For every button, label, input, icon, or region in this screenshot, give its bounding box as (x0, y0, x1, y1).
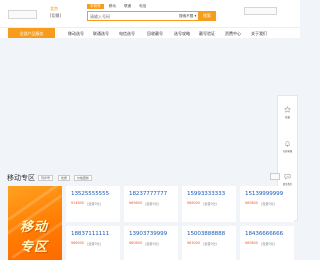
phone-number: 15139999999 (245, 191, 284, 197)
message-icon (284, 174, 291, 180)
search-box: 搜索不限 ▾ 搜索 (87, 11, 216, 21)
search-tabs: 手机号 移动 联通 电信 (87, 4, 149, 9)
current-city: 北京 (50, 6, 58, 11)
number-price: ¥69800 (129, 201, 142, 205)
float-item-service[interactable]: 在线客服 (278, 140, 297, 153)
more-link[interactable] (270, 173, 280, 180)
search-tab-phone[interactable]: 手机号 (87, 4, 104, 9)
hero-banner (0, 38, 300, 158)
number-price: ¥66000 (71, 241, 84, 245)
search-button[interactable]: 搜索 (198, 11, 216, 21)
number-fee: (含费0元) (203, 202, 218, 206)
promo-line-2: 专区 (20, 240, 49, 255)
promo-line-1: 移动 (20, 220, 49, 235)
promo-tile[interactable]: 移动 专区 (8, 186, 62, 260)
hotline-banner (244, 7, 277, 15)
number-price: ¥63000 (187, 241, 200, 245)
number-card[interactable]: 13525555555 ¥14800 (含费0元) (66, 186, 120, 222)
phone-number: 13525555555 (71, 191, 110, 197)
bell-icon (284, 141, 291, 147)
filter-price-update[interactable]: 价格更新 (74, 175, 93, 181)
star-icon (284, 106, 291, 113)
phone-number: 15003888888 (187, 231, 226, 237)
float-item-contact[interactable]: 联系我们 (278, 173, 297, 186)
site-logo[interactable] (8, 10, 37, 19)
phone-number: 15993333333 (187, 191, 226, 197)
number-card[interactable]: 13903739999 ¥60800 (含费0元) (124, 226, 178, 260)
search-input[interactable] (90, 13, 170, 20)
search-filter-dropdown[interactable]: 搜索不限 ▾ (179, 14, 196, 19)
number-price: ¥69800 (245, 201, 258, 205)
number-card[interactable]: 15003888888 ¥63000 (含费0元) (182, 226, 236, 260)
number-price: ¥60800 (129, 241, 142, 245)
search-tab-unicom[interactable]: 联通 (121, 4, 134, 9)
phone-number: 18436666666 (245, 231, 284, 237)
number-fee: (含费0元) (145, 202, 160, 206)
number-fee: (含费0元) (261, 202, 276, 206)
number-price: ¥68000 (187, 201, 200, 205)
phone-number: 13903739999 (129, 231, 168, 237)
filter-sync[interactable]: 同步号 (38, 175, 54, 181)
number-card[interactable]: 15139999999 ¥69800 (含费0元) (240, 186, 294, 222)
float-label-favorite: 收藏 (285, 116, 290, 119)
float-item-favorite[interactable]: 收藏 (278, 106, 297, 119)
number-card[interactable]: 18436666666 ¥69800 (含费0元) (240, 226, 294, 260)
number-fee: (含费0元) (203, 242, 218, 246)
number-card[interactable]: 18837111111 ¥66000 (含费0元) (66, 226, 120, 260)
main-nav: 全部产品服务 移动选号 联通选号 电信选号 回收靓号 选号攻略 靓号验证 资费中… (0, 27, 300, 39)
number-fee: (含费0元) (87, 202, 102, 206)
number-card[interactable]: 15993333333 ¥68000 (含费0元) (182, 186, 236, 222)
number-fee: (含费0元) (145, 242, 160, 246)
number-price: ¥69800 (245, 241, 258, 245)
filter-quality[interactable]: 优质 (58, 175, 71, 181)
search-tab-telecom[interactable]: 电信 (136, 4, 149, 9)
float-label-service: 在线客服 (282, 150, 293, 153)
number-card[interactable]: 18237777777 ¥69800 (含费0元) (124, 186, 178, 222)
city-switch-link[interactable]: [切换] (50, 13, 61, 18)
search-tab-mobile[interactable]: 移动 (106, 4, 119, 9)
section-title: 移动专区 (7, 174, 35, 182)
phone-number: 18837111111 (71, 231, 110, 237)
number-fee: (含费0元) (261, 242, 276, 246)
phone-number: 18237777777 (129, 191, 168, 197)
top-bar: 北京 [切换] 手机号 移动 联通 电信 搜索不限 ▾ 搜索 (0, 0, 300, 27)
number-fee: (含费0元) (87, 242, 102, 246)
number-price: ¥14800 (71, 201, 84, 205)
